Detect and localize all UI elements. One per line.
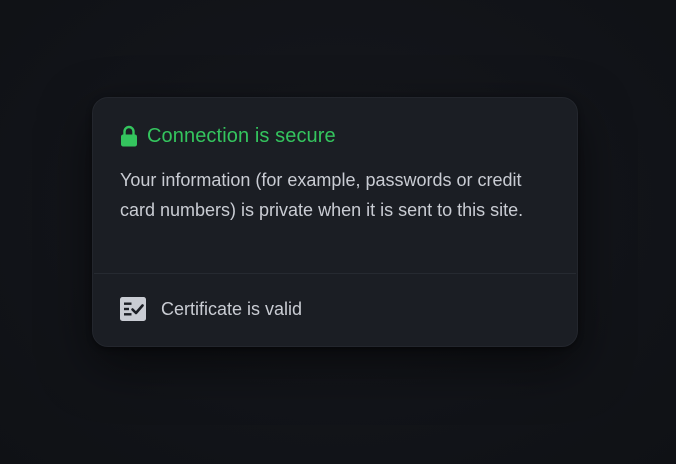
certificate-button[interactable]: Certificate is valid bbox=[120, 296, 302, 322]
connection-security-popup: Connection is secure Your information (f… bbox=[92, 97, 578, 347]
connection-status-title: Connection is secure bbox=[147, 124, 336, 147]
divider bbox=[94, 273, 576, 274]
popup-header: Connection is secure bbox=[120, 123, 336, 149]
lock-icon bbox=[120, 125, 138, 147]
certificate-icon bbox=[120, 297, 146, 321]
connection-description: Your information (for example, passwords… bbox=[120, 170, 524, 220]
certificate-label: Certificate is valid bbox=[161, 298, 303, 319]
